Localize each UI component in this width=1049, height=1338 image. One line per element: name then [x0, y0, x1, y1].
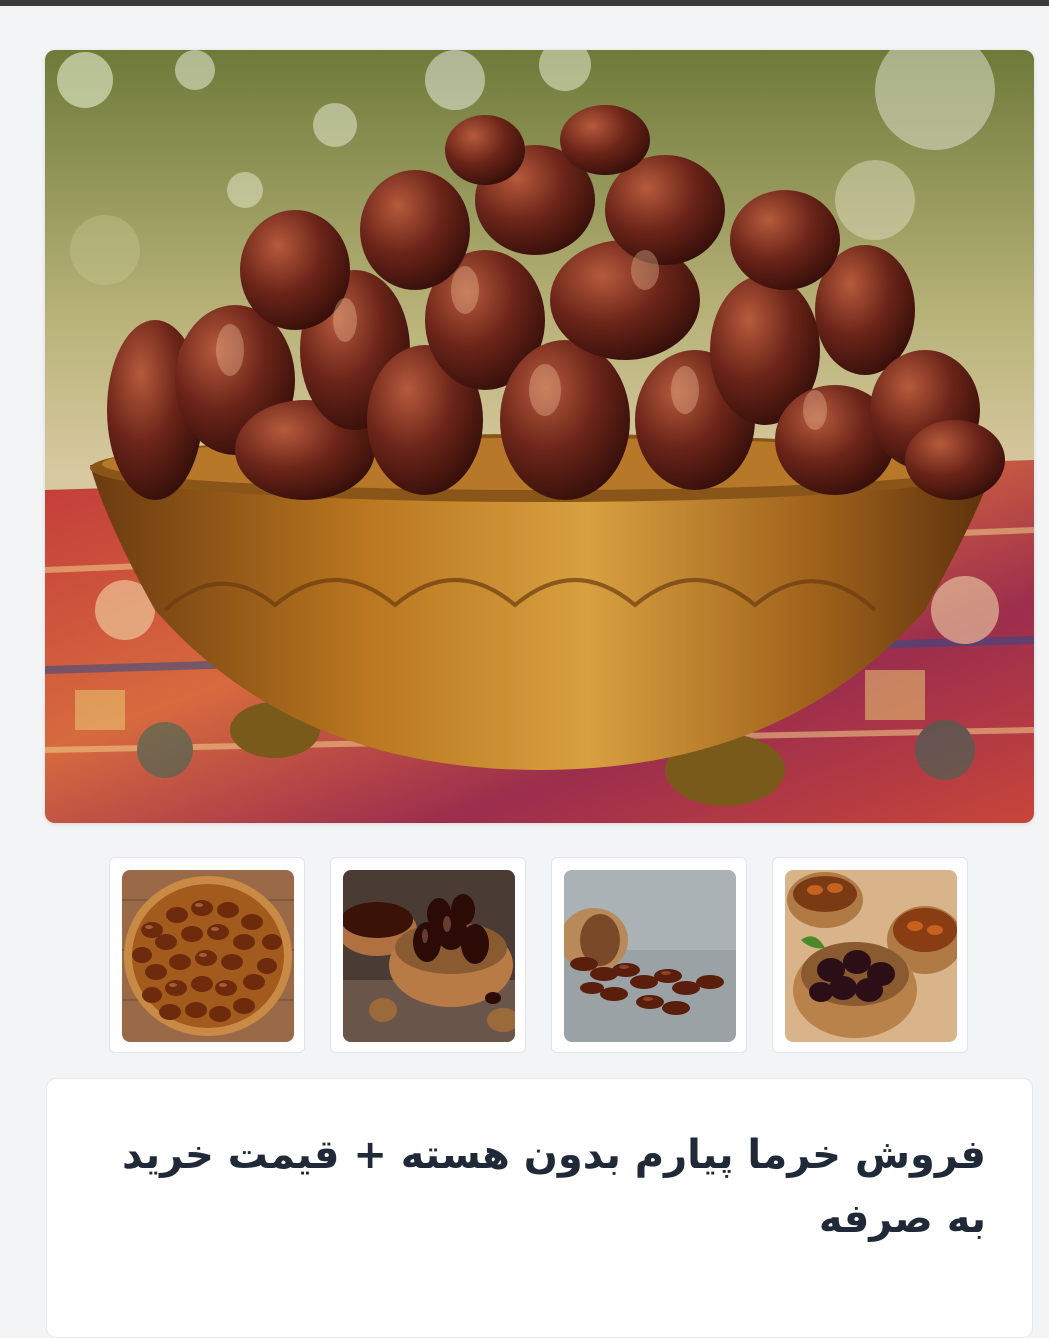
thumbnail-1[interactable]	[109, 857, 305, 1053]
thumbnail-3[interactable]	[551, 857, 747, 1053]
main-product-image[interactable]	[45, 50, 1034, 823]
thumbnail-2[interactable]	[330, 857, 526, 1053]
product-title: فروش خرما پیارم بدون هسته + قیمت خرید به…	[121, 1132, 986, 1242]
thumbnail-image-1	[122, 870, 294, 1042]
thumbnail-gallery	[109, 857, 971, 1055]
thumbnail-4[interactable]	[772, 857, 968, 1053]
thumbnail-image-3	[564, 870, 736, 1042]
thumbnail-image-4	[785, 870, 957, 1042]
top-bar	[0, 0, 1049, 6]
product-title-card: فروش خرما پیارم بدون هسته + قیمت خرید به…	[46, 1078, 1033, 1338]
thumbnail-image-2	[343, 870, 515, 1042]
